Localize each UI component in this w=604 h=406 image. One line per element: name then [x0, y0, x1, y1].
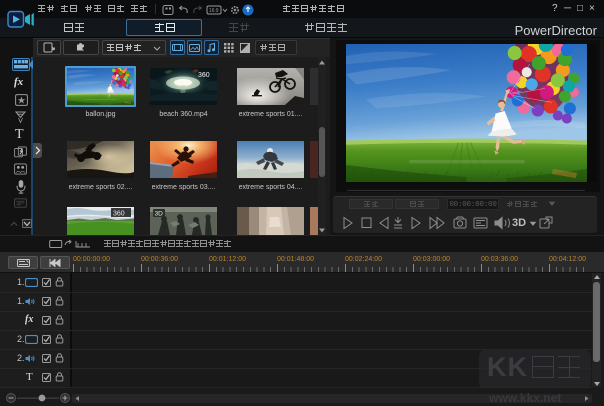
svg-text:360: 360 — [113, 211, 125, 218]
svg-text:16:9: 16:9 — [209, 8, 219, 14]
svg-text:360: 360 — [198, 72, 210, 79]
svg-text:3D: 3D — [155, 211, 164, 218]
